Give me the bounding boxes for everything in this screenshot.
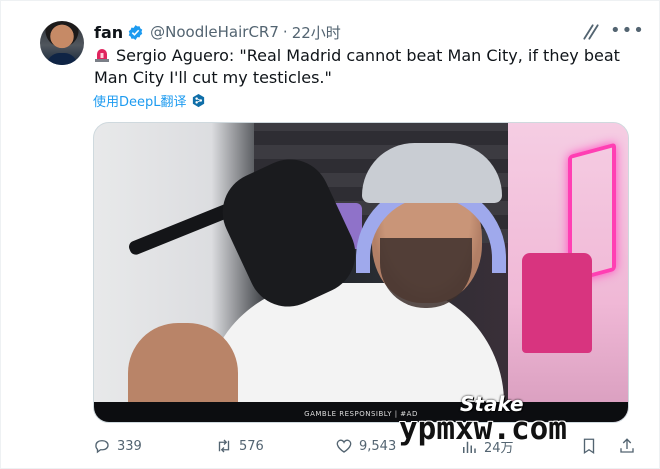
- tweet-text: Sergio Aguero: "Real Madrid cannot beat …: [94, 45, 639, 89]
- verified-badge-icon: [128, 24, 143, 40]
- separator-dot: ·: [282, 23, 288, 41]
- share-icon: [620, 438, 634, 453]
- reply-count: 339: [117, 438, 142, 454]
- tweet-card[interactable]: fan @NoodleHairCR7 · 22小时 ••• Sergio Agu…: [0, 0, 660, 469]
- watermark-text: ypmxw.com: [399, 411, 567, 447]
- reply-icon: [95, 440, 109, 454]
- post-time[interactable]: 22小时: [292, 22, 341, 43]
- display-name[interactable]: fan: [94, 23, 123, 42]
- grok-icon[interactable]: [581, 22, 601, 42]
- reply-button[interactable]: 339: [93, 437, 142, 455]
- user-handle[interactable]: @NoodleHairCR7: [150, 23, 279, 41]
- translate-label[interactable]: 使用DeepL翻译: [93, 91, 187, 110]
- tweet-header: fan @NoodleHairCR7 · 22小时: [94, 20, 341, 44]
- bookmark-icon: [583, 438, 595, 455]
- retweet-button[interactable]: 576: [215, 437, 264, 455]
- bookmark-button[interactable]: [580, 437, 598, 455]
- more-options-icon[interactable]: •••: [610, 21, 644, 43]
- like-button[interactable]: 9,543: [335, 437, 396, 455]
- translate-link[interactable]: 使用DeepL翻译: [93, 91, 206, 110]
- like-count: 9,543: [359, 438, 397, 454]
- tweet-body: Sergio Aguero: "Real Madrid cannot beat …: [94, 46, 620, 87]
- siren-emoji-icon: [95, 49, 109, 62]
- retweet-count: 576: [239, 438, 264, 454]
- jersey-decor: [522, 253, 592, 353]
- share-button[interactable]: [618, 437, 636, 455]
- deepl-icon: [192, 93, 204, 108]
- avatar[interactable]: [40, 21, 84, 65]
- retweet-icon: [218, 439, 230, 453]
- heart-icon: [336, 439, 352, 453]
- media-image[interactable]: GAMBLE RESPONSIBLY | #AD Stake: [93, 122, 629, 423]
